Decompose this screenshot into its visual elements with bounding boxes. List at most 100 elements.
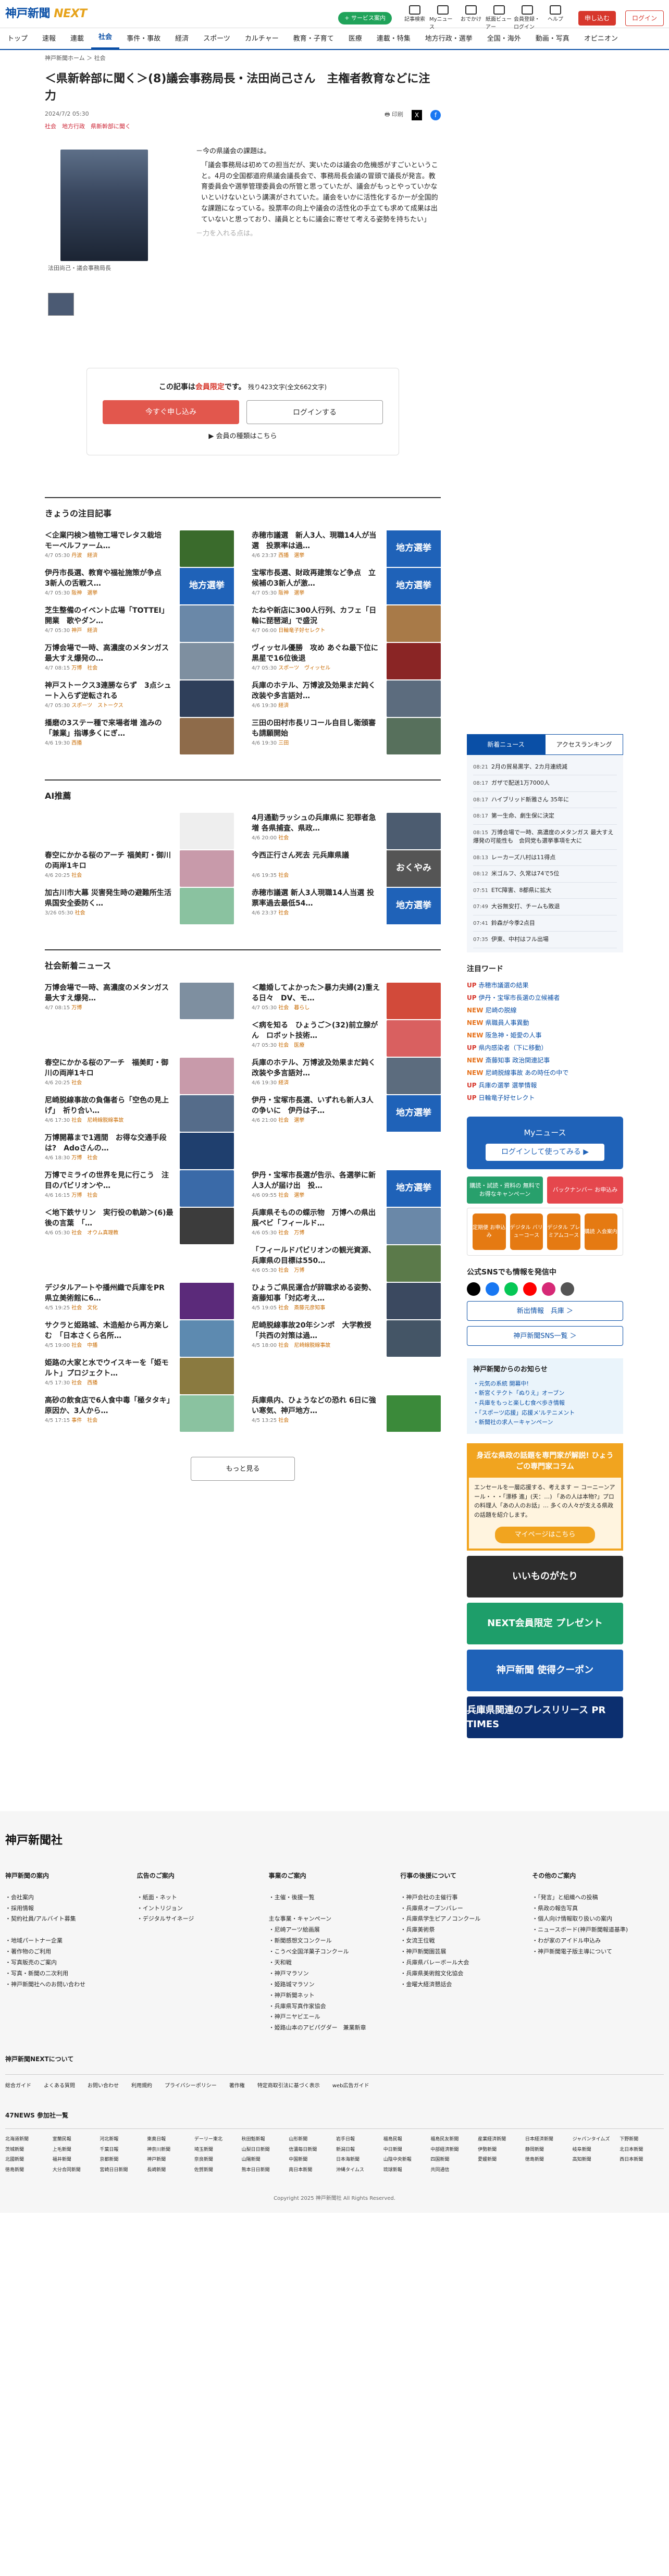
footer-next-link[interactable]: 特定商取引法に基づく表示: [257, 2082, 320, 2090]
article-item[interactable]: 4月通勤ラッシュの兵庫県に 犯罪者急増 各県捕査、県政… 4/6 20:00 社会: [252, 813, 441, 849]
footer-next-link[interactable]: 利用規約: [131, 2082, 152, 2090]
footer-47-link[interactable]: 徳島新聞: [525, 2157, 569, 2164]
paywall-login-button[interactable]: ログインする: [246, 400, 383, 424]
header-icon-4[interactable]: 会員登録・ログイン: [514, 5, 541, 31]
footer-link[interactable]: ・神戸会社の主催行事: [400, 1892, 532, 1903]
footer-link[interactable]: ・著作物のご利用: [5, 1947, 137, 1958]
keyword-link[interactable]: 阪急神・姫愛の人事: [485, 1032, 541, 1039]
instagram-icon[interactable]: [542, 1282, 555, 1296]
article-item[interactable]: デジタルアートや播州織で兵庫をPR 県立美術館に6… 4/5 19:25 社会 文…: [45, 1283, 234, 1319]
notice-item[interactable]: ・元気の系統 開幕中!: [473, 1379, 617, 1389]
footer-47-link[interactable]: 日本海新聞: [336, 2157, 380, 2164]
footer-47-link[interactable]: 奈良新聞: [194, 2157, 239, 2164]
news-item[interactable]: 08:15 万博会場で一時、高濃度のメタンガス 最大すえ爆発の可能性も 会同党も選…: [473, 825, 617, 850]
notice-item[interactable]: ・新聞社の求人ーキャンペーン: [473, 1418, 617, 1428]
nav-item[interactable]: 動画・写真: [528, 34, 577, 49]
more-button[interactable]: もっと見る: [191, 1457, 295, 1481]
news-item[interactable]: 08:17 ハイブリッド新雅さん 35年に: [473, 792, 617, 808]
footer-link[interactable]: ・主催・後援一覧: [269, 1892, 401, 1903]
footer-next-link[interactable]: 著作権: [229, 2082, 245, 2090]
footer-47-link[interactable]: 四国新聞: [430, 2157, 475, 2164]
keyword-item[interactable]: UP 兵庫の選挙 選挙情報: [467, 1079, 623, 1092]
footer-link[interactable]: ・会社案内: [5, 1892, 137, 1903]
footer-47-link[interactable]: 神奈川新聞: [147, 2147, 191, 2154]
footer-link[interactable]: ・姫路山本のアビパグダー 兼業新章: [269, 2023, 401, 2034]
article-item[interactable]: 芝生整備のイベント広場「TOTTEI」開業 歌やダン… 4/7 05:30 神戸 …: [45, 605, 234, 642]
footer-47-link[interactable]: 山陰中央新報: [383, 2157, 428, 2164]
keyword-link[interactable]: 斎藤知事 政治関連記事: [485, 1057, 550, 1064]
footer-47-link[interactable]: 信濃毎日新聞: [289, 2147, 333, 2154]
keyword-link[interactable]: 県内感染者（下に移動）: [479, 1044, 548, 1051]
keyword-link[interactable]: 赤穂市議選の結果: [479, 982, 529, 989]
news-item[interactable]: 07:51 ETC障害、8都県に拡大: [473, 883, 617, 899]
news-item[interactable]: 08:12 米ゴルフ、久常は74で5位: [473, 866, 617, 883]
footer-link[interactable]: ・兵庫県美術館文化協会: [400, 1968, 532, 1979]
youtube-icon[interactable]: [523, 1282, 537, 1296]
nav-item[interactable]: 速報: [35, 34, 63, 49]
footer-47-link[interactable]: 岩手日報: [336, 2136, 380, 2144]
article-item[interactable]: 尼崎脱線事故の負傷者ら「空色の見上げ」 祈り合い… 4/6 17:30 社会 尼崎…: [45, 1095, 234, 1132]
sns-button-1[interactable]: 新出情報 兵庫 ＞: [467, 1301, 623, 1321]
plan-button[interactable]: 購読 入会案内: [584, 1213, 617, 1250]
nav-item[interactable]: 社会: [91, 32, 120, 49]
footer-link[interactable]: ・個人向け情報取り扱いの案内: [532, 1914, 664, 1925]
footer-47-link[interactable]: 埼玉新聞: [194, 2147, 239, 2154]
footer-47-link[interactable]: 沖縄タイムス: [336, 2167, 380, 2174]
footer-link[interactable]: ・紙面・ネット: [137, 1892, 269, 1903]
footer-link[interactable]: ・神戸マラソン: [269, 1968, 401, 1979]
article-tags[interactable]: 社会 地方行政 県新幹部に聞く: [45, 122, 441, 131]
article-item[interactable]: 宝塚市長選、財政再建策など争点 立候補の3新人が激… 4/7 05:30 阪神 選…: [252, 568, 441, 604]
article-item[interactable]: 万博会場で一時、高濃度のメタンガス 最大すえ爆発… 4/7 08:15 万博: [45, 983, 234, 1019]
site-logo[interactable]: 神戸新聞 NEXT: [5, 5, 87, 22]
article-item[interactable]: 高砂の飲食店で6人食中毒「極タタキ」原因か、3人から… 4/5 17:15 事件 …: [45, 1395, 234, 1432]
footer-47-link[interactable]: 福島民報: [383, 2136, 428, 2144]
plan-button[interactable]: デジタル バリューコース: [510, 1213, 543, 1250]
nav-item[interactable]: トップ: [0, 34, 35, 49]
footer-next-link[interactable]: 総合ガイド: [5, 2082, 31, 2090]
footer-47-link[interactable]: 愛媛新聞: [478, 2157, 522, 2164]
footer-logo[interactable]: 神戸新聞社: [0, 1832, 669, 1849]
footer-link[interactable]: ・新聞感想文コンクール: [269, 1936, 401, 1947]
notice-item[interactable]: ・「スポーツ応援」応援メ'ルテニメント: [473, 1408, 617, 1418]
footer-47-link[interactable]: 琉球新報: [383, 2167, 428, 2174]
footer-link[interactable]: ・兵庫県学生ピアノコンクール: [400, 1914, 532, 1925]
news-item[interactable]: 07:35 伊東、中村はフル出場: [473, 932, 617, 948]
article-item[interactable]: ひょうご県民運合が辞職求める姿勢、斎藤知事「対応考え… 4/5 19:05 社会 …: [252, 1283, 441, 1319]
footer-47-link[interactable]: 宮崎日日新聞: [100, 2167, 144, 2174]
footer-link[interactable]: ・写真・新聞の二次利用: [5, 1968, 137, 1979]
facebook-share-icon[interactable]: f: [430, 109, 441, 120]
header-icon-3[interactable]: 紙面ビューアー: [486, 5, 513, 31]
news-item[interactable]: 07:49 大谷無安打、チームも敗退: [473, 899, 617, 915]
footer-47-link[interactable]: 上毛新聞: [53, 2147, 97, 2154]
footer-link[interactable]: ・神戸新聞園芸展: [400, 1947, 532, 1958]
footer-47-link[interactable]: 山陽新聞: [242, 2157, 286, 2164]
footer-47-link[interactable]: 伊勢新聞: [478, 2147, 522, 2154]
footer-47-link[interactable]: 京都新聞: [100, 2157, 144, 2164]
footer-link[interactable]: ・採用情報: [5, 1903, 137, 1914]
footer-47-link[interactable]: 下野新聞: [620, 2136, 664, 2144]
footer-link[interactable]: ・女流王位戦: [400, 1936, 532, 1947]
article-item[interactable]: 伊丹市長選、教育や福祉施策が争点 3新人の舌戦ス… 4/7 05:30 阪神 選挙…: [45, 568, 234, 604]
article-item[interactable]: 春空にかかる桜のアーチ 福美町・御川の両岸1キロ 4/6 20:25 社会: [45, 1058, 234, 1094]
footer-47-link[interactable]: 北海道新聞: [5, 2136, 49, 2144]
footer-next-link[interactable]: プライバシーポリシー: [165, 2082, 217, 2090]
article-item[interactable]: [45, 813, 234, 849]
footer-link[interactable]: ・神戸新聞ネット: [269, 1990, 401, 2001]
footer-link[interactable]: ・こうべ全国洋菓子コンクール: [269, 1947, 401, 1958]
article-item[interactable]: たねや新店に300人行列、カフェ「日輪に琵琶湖」で盛況 4/7 06:00 日輪竜…: [252, 605, 441, 642]
footer-47-link[interactable]: ジャパンタイムズ: [573, 2136, 617, 2144]
line-icon[interactable]: [504, 1282, 518, 1296]
footer-47-link[interactable]: 高知新聞: [573, 2157, 617, 2164]
footer-link[interactable]: ・イントリジョン: [137, 1903, 269, 1914]
nav-item[interactable]: 連載・特集: [369, 34, 418, 49]
article-item[interactable]: 加古川市大幕 災害発生時の避難所生活 県国安全委防く… 3/26 05:30 社会: [45, 888, 234, 924]
article-item[interactable]: 赤穂市議選 新人3人、現職14人が当選 投票率は過… 4/6 23:37 西播 選…: [252, 530, 441, 567]
footer-link[interactable]: ・県政の報告写真: [532, 1903, 664, 1914]
footer-47-link[interactable]: 山梨日日新聞: [242, 2147, 286, 2154]
footer-link[interactable]: ・姫路城マラソン: [269, 1979, 401, 1990]
footer-47-link[interactable]: 東奥日報: [147, 2136, 191, 2144]
article-item[interactable]: 三田の田村市長リコール自目し衛頒審も請願開始 4/6 19:30 三田: [252, 718, 441, 754]
photo-thumbnail[interactable]: [48, 292, 74, 316]
footer-47-link[interactable]: 秋田魁新報: [242, 2136, 286, 2144]
service-guide-button[interactable]: + サービス案内: [338, 11, 392, 25]
